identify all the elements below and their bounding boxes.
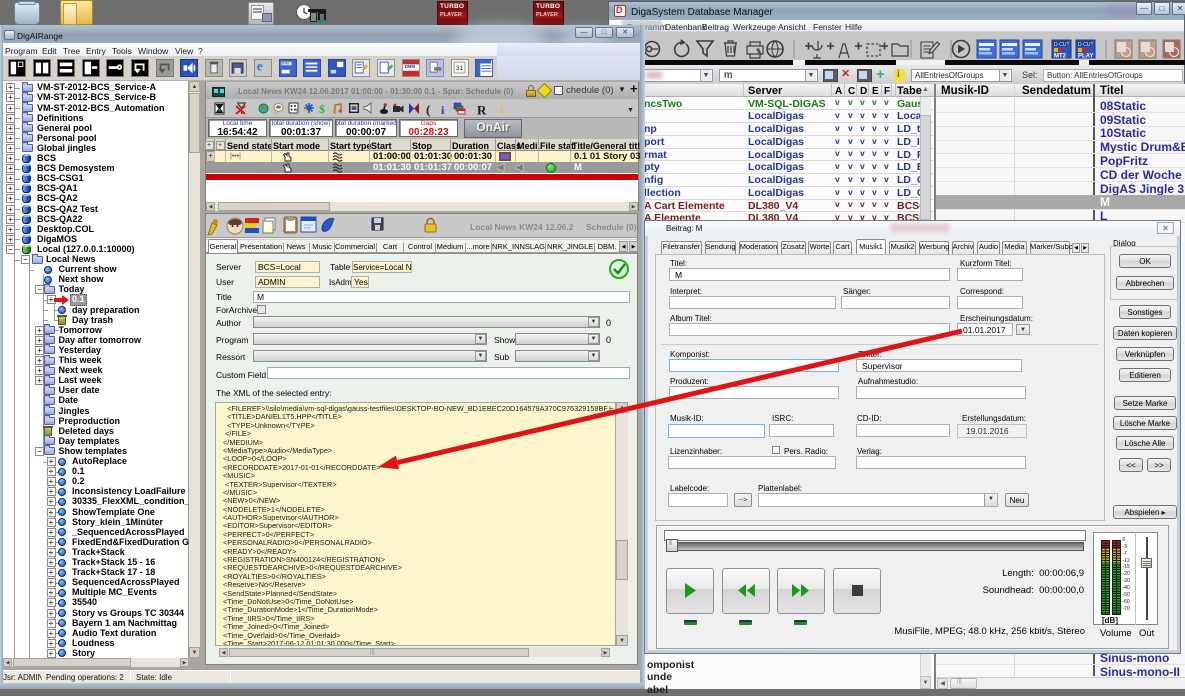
svg-text:(: ( [426, 102, 430, 117]
svg-text:R: R [477, 103, 487, 118]
svg-text:$: $ [319, 102, 325, 116]
svg-text:i: i [500, 103, 504, 117]
svg-text:D-CUT: D-CUT [1078, 42, 1094, 48]
svg-text:i: i [441, 103, 445, 117]
svg-text:MT2: MT2 [1054, 54, 1067, 60]
svg-text:PLAY: PLAY [1078, 54, 1093, 60]
svg-text:D-CUT: D-CUT [1054, 42, 1070, 48]
